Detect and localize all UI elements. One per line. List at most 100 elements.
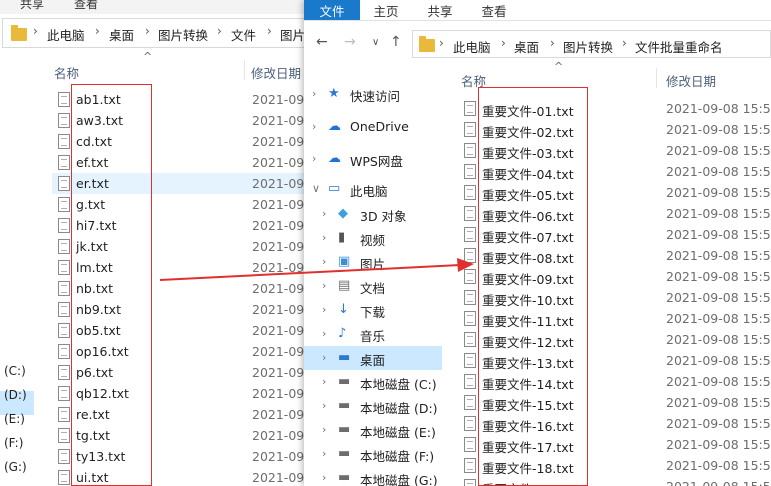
file-date: 2021-09-08 15:51 [666,164,771,179]
nav-item[interactable]: › ♪ 音乐 [304,322,442,346]
nav-item[interactable]: › ▬ 本地磁盘 (F:) [304,442,442,466]
up-arrow-icon[interactable]: ↑ [390,34,402,50]
forward-arrow-icon[interactable]: → [344,34,356,50]
cloud-icon: ☁ [328,151,341,166]
nav-drive-g[interactable]: (G:) [4,460,27,474]
nav-item-label: 3D 对象 [360,209,407,224]
ribbon-tab-share[interactable]: 共享 [20,0,44,12]
chevron-right-icon[interactable]: › [322,399,326,412]
back-arrow-icon[interactable]: ← [316,34,328,50]
file-date: 2021-09-08 15:51 [666,416,771,431]
ribbon-tab-share[interactable]: 共享 [416,0,464,20]
drive-icon: ▬ [338,422,351,437]
breadcrumb-image-convert[interactable]: 图片转换 [158,25,208,44]
nav-drive-d[interactable]: (D:) [4,388,27,402]
nav-item[interactable]: › ▬ 本地磁盘 (D:) [304,394,442,418]
chevron-right-icon[interactable]: › [322,375,326,388]
chevron-right-icon: › [622,36,627,50]
nav-drive-e[interactable]: (E:) [4,412,25,426]
nav-item[interactable]: › ▬ 本地磁盘 (C:) [304,370,442,394]
text-file-icon [58,407,70,422]
file-date: 2021-09- [252,176,309,191]
nav-item[interactable]: › ▤ 文档 [304,274,442,298]
breadcrumb-files[interactable]: 文件 [231,25,256,44]
drive-icon: ▬ [338,470,351,485]
breadcrumb-image-convert[interactable]: 图片转换 [563,37,613,56]
recent-locations-icon[interactable]: ∨ [372,37,379,48]
text-file-icon [58,386,70,401]
file-date: 2021-09-08 15:52 [666,206,771,221]
breadcrumb-this-pc[interactable]: 此电脑 [47,25,85,44]
file-date: 2021-09- [252,344,309,359]
chevron-right-icon[interactable]: › [322,423,326,436]
chevron-right-icon[interactable]: › [312,120,316,133]
nav-drive-c[interactable]: (C:) [4,364,26,378]
chevron-right-icon[interactable]: › [322,303,326,316]
text-file-icon [464,227,476,242]
chevron-right-icon[interactable]: › [322,207,326,220]
file-date: 2021-09- [252,323,309,338]
chevron-right-icon[interactable]: › [322,231,326,244]
file-date: 2021-09-08 15:52 [666,332,771,347]
ribbon-tab-view[interactable]: 查看 [74,0,98,12]
text-file-icon [464,479,476,486]
breadcrumb-this-pc[interactable]: 此电脑 [453,37,491,56]
nav-item[interactable]: ∨ ▭ 此电脑 [304,177,442,201]
nav-item[interactable]: › ★ 快速访问 [304,82,442,106]
ribbon-tab-view[interactable]: 查看 [470,0,518,20]
nav-item[interactable]: › ↓ 下载 [304,298,442,322]
column-divider[interactable] [656,68,657,88]
breadcrumb-desktop[interactable]: 桌面 [109,25,134,44]
nav-item[interactable]: › ▣ 图片 [304,250,442,274]
column-name[interactable]: 名称 [54,63,79,82]
breadcrumb-desktop[interactable]: 桌面 [514,37,539,56]
breadcrumb-pictures[interactable]: 图片 [280,25,305,44]
breadcrumb-batch-rename[interactable]: 文件批量重命名 [635,37,723,56]
file-date: 2021-09- [252,134,309,149]
chevron-right-icon[interactable]: › [322,351,326,364]
file-date: 2021-09-08 15:52 [666,479,771,486]
address-bar[interactable]: › 此电脑 › 桌面 › 图片转换 › 文件 › 图片 [2,18,320,48]
nav-item[interactable]: › ☁ OneDrive [304,115,442,139]
nav-item-label: 音乐 [360,329,386,344]
chevron-right-icon[interactable]: › [312,152,316,165]
nav-item[interactable]: › ◆ 3D 对象 [304,202,442,226]
ribbon-divider [304,20,771,21]
text-file-icon [58,239,70,254]
nav-item[interactable]: › ▮ 视频 [304,226,442,250]
column-divider[interactable] [244,60,245,80]
column-date[interactable]: 修改日期 [251,63,301,82]
nav-item[interactable]: › ☁ WPS网盘 [304,147,442,171]
text-file-icon [464,332,476,347]
file-date: 2021-09- [252,386,309,401]
file-date: 2021-09-08 15:52 [666,248,771,263]
chevron-right-icon[interactable]: › [322,447,326,460]
address-bar[interactable]: › 此电脑 › 桌面 › 图片转换 › 文件批量重命名 [412,30,771,58]
file-date: 2021-09-08 15:52 [666,311,771,326]
file-date: 2021-09- [252,155,309,170]
text-file-icon [58,197,70,212]
sort-up-icon: ^ [143,50,153,63]
column-date[interactable]: 修改日期 [666,71,716,90]
file-date: 2021-09-08 15:52 [666,374,771,389]
chevron-right-icon[interactable]: › [312,87,316,100]
file-date: 2021-09-08 15:52 [666,458,771,473]
chevron-right-icon[interactable]: › [322,471,326,484]
back-explorer-window: 共享 查看 › 此电脑 › 桌面 › 图片转换 › 文件 › 图片 (C:) (… [0,0,320,486]
nav-item[interactable]: › ▬ 本地磁盘 (E:) [304,418,442,442]
nav-drive-f[interactable]: (F:) [4,436,23,450]
nav-item[interactable]: › ▬ 本地磁盘 (G:) [304,466,442,486]
ribbon-tab-home[interactable]: 主页 [362,0,410,20]
ribbon-tab-file[interactable]: 文件 [304,0,360,20]
text-file-icon [464,122,476,137]
chevron-right-icon[interactable]: › [322,327,326,340]
text-file-icon [58,470,70,485]
chevron-right-icon: › [501,36,506,50]
chevron-right-icon[interactable]: › [322,255,326,268]
file-date: 2021-09- [252,260,309,275]
nav-item-label: 本地磁盘 (D:) [360,401,438,416]
nav-item[interactable]: › ▬ 桌面 [304,346,442,370]
chevron-right-icon[interactable]: › [322,279,326,292]
chevron-right-icon[interactable]: ∨ [312,182,320,195]
desktop-icon: ▬ [338,350,351,365]
